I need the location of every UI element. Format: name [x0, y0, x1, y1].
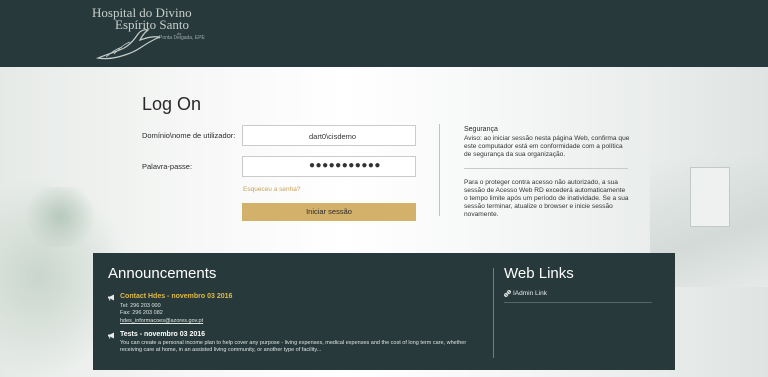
- announcement-email-link[interactable]: hdes_informacoes@azores.gov.pt: [120, 318, 203, 324]
- dove-logo-icon: [95, 29, 161, 60]
- web-link-divider: [504, 302, 652, 303]
- panel-divider: [493, 268, 494, 358]
- background-shape: [690, 167, 730, 227]
- announcement-line: You can create a personal income plan to…: [120, 340, 467, 346]
- password-field[interactable]: ●●●●●●●●●●●: [242, 156, 416, 177]
- security-notice: Aviso: ao iniciar sessão nesta página We…: [464, 135, 630, 158]
- vertical-divider: [439, 124, 440, 216]
- megaphone-icon: [108, 294, 114, 301]
- sign-in-button[interactable]: Iniciar sessão: [242, 203, 416, 221]
- announcement-line: Tel: 296 203 000: [120, 303, 161, 309]
- announcement-heading[interactable]: Contact Hdes - novembro 03 2016: [120, 293, 232, 300]
- session-timeout-notice: Para o proteger contra acesso não autori…: [464, 179, 629, 218]
- security-title: Segurança: [464, 126, 498, 133]
- announcement-line: Fax: 296 203 082: [120, 310, 163, 316]
- link-icon: [504, 290, 511, 297]
- page-title: Log On: [142, 94, 202, 114]
- background-shape: [20, 187, 100, 247]
- megaphone-icon: [108, 332, 114, 339]
- web-links-title: Web Links: [504, 265, 574, 282]
- username-field[interactable]: dart0\cisdemo: [242, 125, 416, 146]
- announcement-heading: Tests - novembro 03 2016: [120, 331, 206, 338]
- username-label: Domínio\nome de utilizador:: [142, 131, 236, 140]
- security-divider: [464, 168, 628, 169]
- top-header-bar: Hospital do Divino Espírito Santo de Pon…: [0, 0, 768, 67]
- logo-text-line3: Ponta Delgada, EPE: [159, 35, 205, 41]
- web-link-item[interactable]: IAdmin Link: [513, 290, 547, 297]
- announcements-title: Announcements: [108, 265, 217, 282]
- announcement-line: receiving care at home, in an assisted l…: [120, 347, 322, 353]
- password-label: Palavra-passe:: [142, 162, 193, 171]
- hospital-logo: Hospital do Divino Espírito Santo de Pon…: [88, 4, 228, 64]
- forgot-password-link[interactable]: Esqueceu a senha?: [243, 186, 300, 193]
